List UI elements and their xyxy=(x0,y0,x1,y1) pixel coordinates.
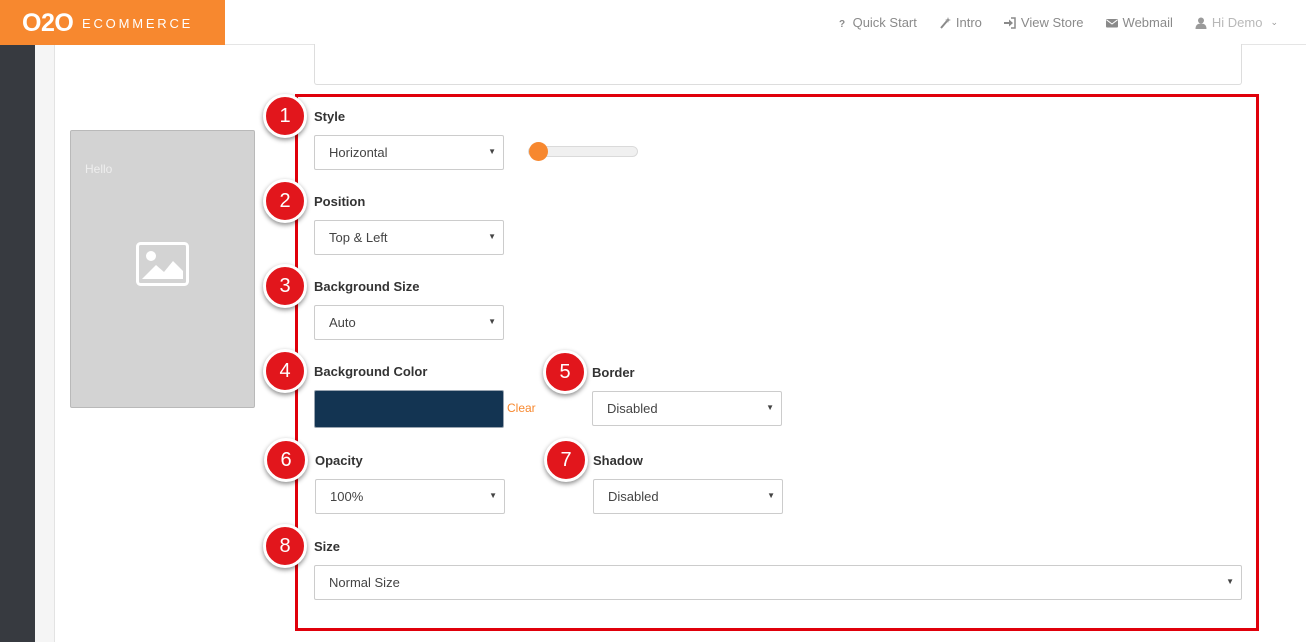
step-badge-1: 1 xyxy=(263,94,307,138)
border-select[interactable]: Disabled ▼ xyxy=(592,391,782,426)
nav-view-store[interactable]: View Store xyxy=(1003,15,1084,30)
background-color-label: Background Color xyxy=(314,364,428,379)
svg-text:?: ? xyxy=(839,19,845,29)
magic-wand-icon xyxy=(939,16,951,29)
caret-down-icon: ▼ xyxy=(489,491,497,500)
logo-wordmark: ECOMMERCE xyxy=(82,16,194,31)
size-select[interactable]: Normal Size ▼ xyxy=(314,565,1242,600)
caret-down-icon: ▼ xyxy=(766,403,774,412)
user-menu[interactable]: Hi Demo ⌄ xyxy=(1195,15,1278,30)
style-label: Style xyxy=(314,109,346,124)
caret-down-icon: ▼ xyxy=(767,491,775,500)
image-placeholder-icon xyxy=(136,242,189,286)
banner-preview: Hello xyxy=(70,130,255,408)
step-badge-2: 2 xyxy=(263,179,307,223)
question-icon: ? xyxy=(836,17,848,30)
highlight-frame xyxy=(295,94,1259,631)
caret-down-icon: ▼ xyxy=(488,147,496,156)
top-bar: O2O ECOMMERCE ? Quick Start Intro View S… xyxy=(0,0,1306,45)
nav-webmail[interactable]: Webmail xyxy=(1105,15,1173,30)
nav-view-store-label: View Store xyxy=(1020,15,1084,30)
step-badge-3: 3 xyxy=(263,264,307,308)
shadow-label: Shadow xyxy=(593,453,643,468)
brand-logo[interactable]: O2O ECOMMERCE xyxy=(0,0,225,45)
step-badge-7: 7 xyxy=(544,438,588,482)
content-textarea[interactable] xyxy=(314,44,1242,85)
position-select[interactable]: Top & Left ▼ xyxy=(314,220,504,255)
size-label: Size xyxy=(314,539,341,554)
nav-webmail-label: Webmail xyxy=(1122,15,1173,30)
logo-mark: O2O xyxy=(22,9,74,37)
nav-quick-start[interactable]: ? Quick Start xyxy=(836,15,917,30)
clear-color-link[interactable]: Clear xyxy=(507,401,536,415)
step-badge-8: 8 xyxy=(263,524,307,568)
border-label: Border xyxy=(592,365,635,380)
shadow-select-value: Disabled xyxy=(608,489,659,504)
opacity-select-value: 100% xyxy=(330,489,364,504)
opacity-label: Opacity xyxy=(315,453,363,468)
envelope-icon xyxy=(1105,17,1118,29)
step-badge-5: 5 xyxy=(543,350,587,394)
caret-down-icon: ▼ xyxy=(488,317,496,326)
background-size-label: Background Size xyxy=(314,279,420,294)
preview-text: Hello xyxy=(85,162,113,176)
opacity-select[interactable]: 100% ▼ xyxy=(315,479,505,514)
background-color-swatch[interactable] xyxy=(314,390,504,428)
top-nav: ? Quick Start Intro View Store Webmail H… xyxy=(836,0,1278,45)
caret-down-icon: ▼ xyxy=(1226,577,1234,586)
nav-intro[interactable]: Intro xyxy=(939,15,982,30)
step-badge-6: 6 xyxy=(264,438,308,482)
user-menu-label: Hi Demo xyxy=(1211,15,1263,30)
caret-down-icon: ▼ xyxy=(488,232,496,241)
nav-quick-start-label: Quick Start xyxy=(852,15,917,30)
style-select-value: Horizontal xyxy=(329,145,388,160)
style-select[interactable]: Horizontal ▼ xyxy=(314,135,504,170)
step-badge-4: 4 xyxy=(263,349,307,393)
border-select-value: Disabled xyxy=(607,401,658,416)
shadow-select[interactable]: Disabled ▼ xyxy=(593,479,783,514)
user-icon xyxy=(1195,17,1207,29)
background-size-select-value: Auto xyxy=(329,315,356,330)
size-select-value: Normal Size xyxy=(329,575,400,590)
position-select-value: Top & Left xyxy=(329,230,388,245)
chevron-down-icon: ⌄ xyxy=(1270,17,1278,27)
style-slider-handle[interactable] xyxy=(529,142,548,161)
left-sidebar xyxy=(0,45,35,642)
background-size-select[interactable]: Auto ▼ xyxy=(314,305,504,340)
nav-intro-label: Intro xyxy=(955,15,982,30)
position-label: Position xyxy=(314,194,366,209)
sign-in-icon xyxy=(1003,16,1016,29)
